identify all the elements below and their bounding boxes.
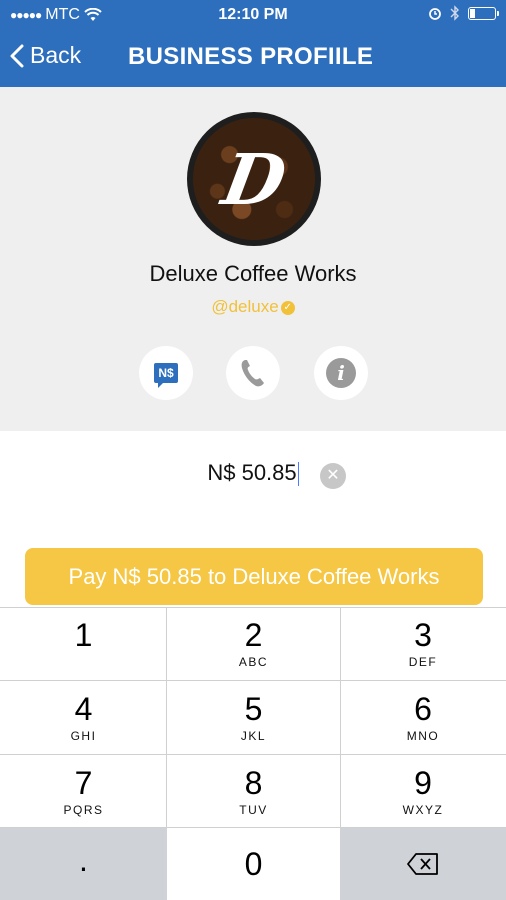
key-4[interactable]: 4 GHI [0, 681, 167, 754]
status-right [428, 5, 499, 21]
pay-button[interactable]: Pay N$ 50.85 to Deluxe Coffee Works [25, 548, 483, 605]
key-letters: MNO [406, 729, 440, 743]
key-letters: TUV [239, 803, 268, 817]
key-letters: DEF [408, 655, 438, 669]
logo-letter: D [216, 137, 292, 221]
amount-field[interactable]: N$ 50.85 [0, 460, 506, 487]
key-8[interactable]: 8 TUV [167, 755, 340, 828]
key-5[interactable]: 5 JKL [167, 681, 340, 754]
key-decimal[interactable]: . [0, 828, 167, 900]
back-label: Back [30, 42, 82, 68]
key-2[interactable]: 2 ABC [167, 607, 340, 680]
key-7[interactable]: 7 PQRS [0, 755, 167, 828]
info-button[interactable]: i [314, 346, 368, 400]
keypad-divider [0, 754, 506, 755]
bluetooth-icon [450, 5, 459, 21]
keypad-divider [166, 607, 167, 827]
verified-icon: ✓ [280, 300, 295, 315]
keypad-divider [340, 607, 341, 827]
clear-amount-button[interactable]: ✕ [320, 463, 346, 489]
top-bar: ●●●●● MTC 12:10 PM Back BUSINESS PROFIIL… [0, 0, 506, 87]
key-digit: 2 [244, 617, 263, 653]
keypad-divider [0, 607, 506, 608]
status-bar: ●●●●● MTC 12:10 PM [0, 0, 506, 30]
key-0[interactable]: 0 [167, 828, 340, 900]
backspace-icon [407, 853, 438, 875]
key-digit: 7 [74, 765, 93, 801]
numeric-keypad: 1 2 ABC 3 DEF 4 GHI 5 JKL 6 MNO 7 PQRS 8… [0, 607, 506, 900]
key-letters: PQRS [63, 803, 104, 817]
keypad-divider [0, 827, 506, 828]
info-icon: i [326, 358, 356, 388]
keypad-divider [0, 680, 506, 681]
amount-value: N$ 50.85 [207, 460, 297, 485]
key-digit: 6 [414, 691, 432, 727]
profile-header: D Deluxe Coffee Works @deluxe ✓ N$ i [0, 87, 506, 431]
call-button[interactable] [226, 346, 280, 400]
key-digit: 9 [414, 765, 432, 801]
pay-action-button[interactable]: N$ [139, 346, 193, 400]
key-9[interactable]: 9 WXYZ [340, 755, 506, 828]
backspace-key[interactable] [340, 828, 506, 900]
key-6[interactable]: 6 MNO [340, 681, 506, 754]
key-letters: JKL [240, 729, 267, 743]
chevron-left-icon [10, 44, 24, 67]
business-name: Deluxe Coffee Works [149, 261, 357, 286]
page-title: BUSINESS PROFIILE [128, 43, 374, 70]
key-digit: . [79, 842, 88, 878]
close-icon: ✕ [326, 467, 340, 484]
key-digit: 3 [414, 617, 432, 653]
key-letters: WXYZ [402, 803, 444, 817]
currency-bubble-icon: N$ [154, 363, 178, 388]
key-letters: ABC [238, 655, 269, 669]
battery-icon [468, 6, 499, 20]
key-digit: 1 [74, 617, 93, 653]
nav-bar: Back BUSINESS PROFIILE [0, 30, 506, 87]
text-caret [297, 462, 299, 487]
alarm-icon [429, 8, 441, 20]
business-handle: @deluxe ✓ [0, 297, 506, 317]
handle-text: @deluxe [211, 297, 279, 316]
business-logo: D [187, 112, 321, 246]
logo-image: D [193, 118, 315, 240]
key-letters: GHI [70, 729, 97, 743]
back-button[interactable]: Back [10, 42, 81, 69]
key-digit: 4 [74, 691, 93, 727]
key-digit: 8 [244, 765, 263, 801]
key-digit: 5 [244, 691, 263, 727]
phone-icon [241, 360, 264, 387]
key-digit: 0 [244, 846, 263, 882]
key-3[interactable]: 3 DEF [340, 607, 506, 680]
key-1[interactable]: 1 [0, 607, 167, 680]
